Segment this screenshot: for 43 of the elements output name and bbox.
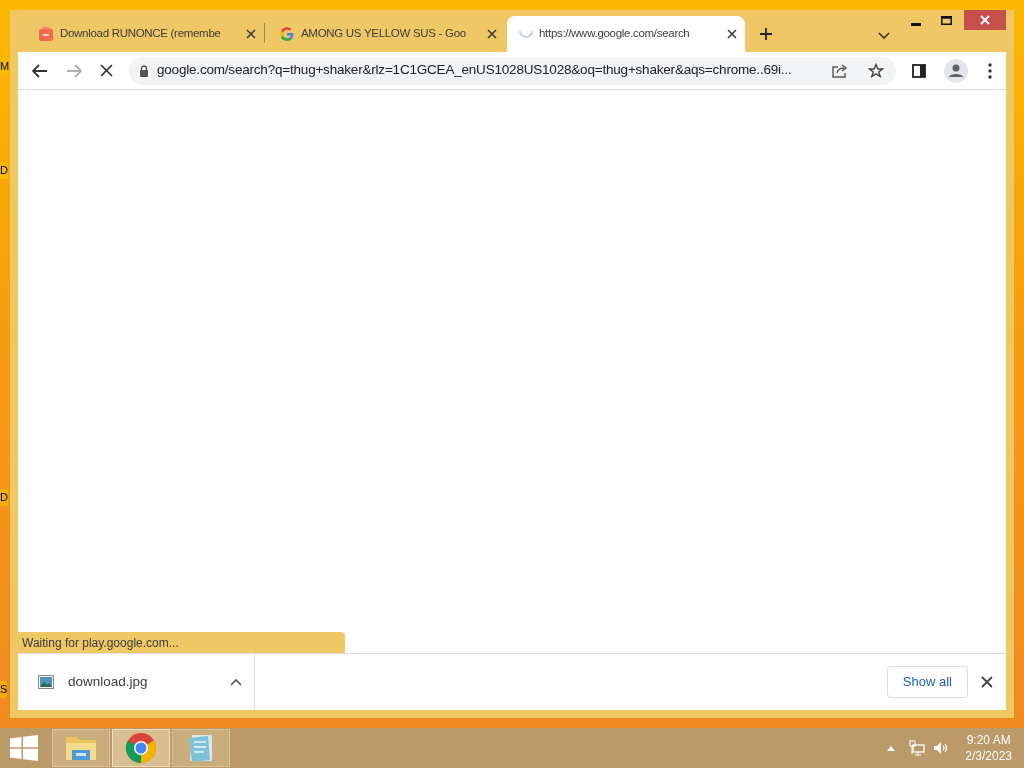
tab-title: https://www.google.com/search xyxy=(539,26,691,42)
stop-icon[interactable] xyxy=(100,64,113,77)
download-filename: download.jpg xyxy=(68,672,149,691)
close-icon[interactable] xyxy=(981,676,993,688)
desktop-icon-label[interactable]: D xyxy=(0,162,8,179)
start-button-icon[interactable] xyxy=(10,735,38,761)
side-panel-icon[interactable] xyxy=(912,63,926,78)
tab-title: AMONG US YELLOW SUS - Goo xyxy=(301,26,467,42)
new-tab-icon[interactable] xyxy=(759,27,773,41)
google-icon xyxy=(279,26,295,42)
browser-tab[interactable]: https://www.google.com/search xyxy=(507,16,745,52)
browser-tab[interactable]: Download RUNONCE (remembe xyxy=(26,16,264,52)
tab-search-chevron-icon[interactable] xyxy=(878,32,890,40)
close-icon[interactable] xyxy=(246,29,256,39)
url-text: google.com/search?q=thug+shaker&rlz=1C1GCEA_enUS1028US1028&oq=thug+shaker&aqs=chrome..69i... xyxy=(157,61,793,80)
address-bar[interactable]: google.com/search?q=thug+shaker&rlz=1C1GCEA_enUS1028US1028&oq=thug+shaker&aqs=chrome..69i... xyxy=(129,56,896,85)
lock-icon xyxy=(139,64,149,77)
browser-tab[interactable]: AMONG US YELLOW SUS - Goo xyxy=(267,16,505,52)
share-icon[interactable] xyxy=(832,63,848,78)
volume-icon[interactable] xyxy=(933,741,950,755)
close-icon xyxy=(980,15,990,25)
maximize-icon[interactable] xyxy=(941,16,952,25)
more-menu-icon[interactable] xyxy=(988,62,992,79)
tab-title: Download RUNONCE (remembe xyxy=(60,26,222,42)
close-button[interactable] xyxy=(964,10,1006,30)
loading-spinner-icon xyxy=(519,30,533,38)
desktop-icon-label[interactable]: S xyxy=(0,681,8,698)
download-item[interactable]: download.jpg xyxy=(18,654,255,710)
back-icon[interactable] xyxy=(32,63,48,78)
close-icon[interactable] xyxy=(727,29,737,39)
chrome-icon xyxy=(125,732,157,764)
profile-avatar-icon[interactable] xyxy=(944,58,968,83)
taskbar-button[interactable] xyxy=(112,729,170,767)
status-bubble: Waiting for play.google.com... xyxy=(18,632,345,653)
image-file-icon xyxy=(38,675,54,689)
desktop-icon-label[interactable]: M xyxy=(0,58,10,75)
bookmark-star-icon[interactable] xyxy=(868,62,884,79)
show-all-button[interactable]: Show all xyxy=(886,666,968,698)
show-hidden-icons-icon[interactable] xyxy=(887,745,896,751)
chevron-up-icon[interactable] xyxy=(230,678,242,686)
desktop-icon-label[interactable]: D xyxy=(0,489,8,506)
close-icon[interactable] xyxy=(487,29,497,39)
store-icon xyxy=(38,26,54,42)
